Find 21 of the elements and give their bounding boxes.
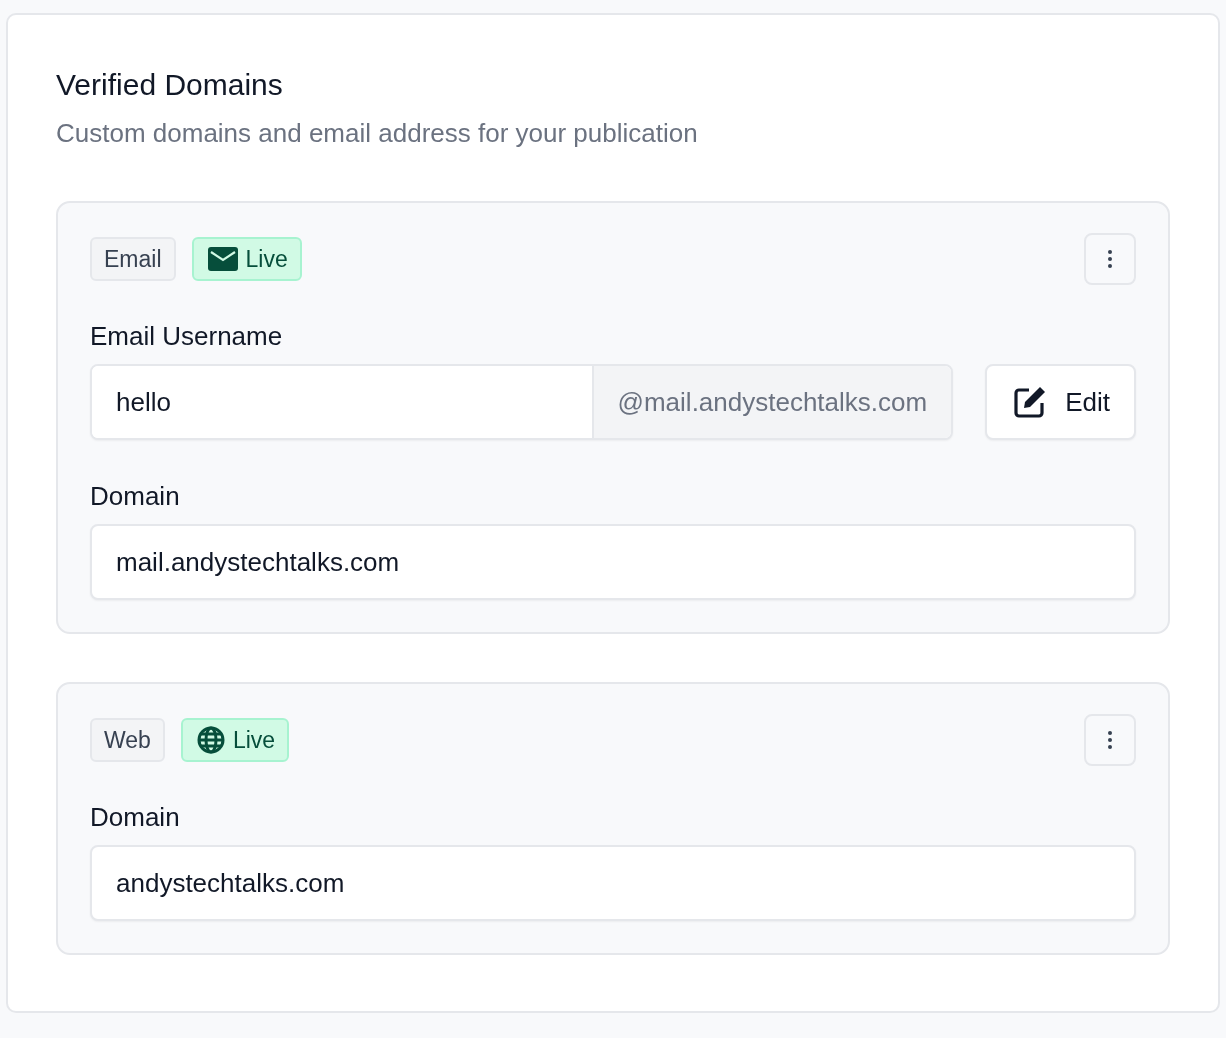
edit-button[interactable]: Edit: [985, 364, 1136, 440]
domain-input-field[interactable]: mail.andystechtalks.com: [90, 524, 1136, 600]
globe-icon: [196, 726, 225, 754]
envelope-icon: [207, 247, 238, 271]
more-menu-button[interactable]: [1084, 233, 1136, 285]
more-vertical-icon: [1108, 250, 1112, 268]
more-menu-button[interactable]: [1084, 714, 1136, 766]
type-tag: Web: [90, 718, 165, 762]
field-label: Domain: [90, 801, 181, 833]
domain-input-field[interactable]: andystechtalks.com: [90, 845, 1136, 921]
more-vertical-icon: [1108, 731, 1112, 749]
status-tag: Live: [191, 237, 302, 281]
domain-suffix: @mail.andystechtalks.com: [591, 366, 952, 438]
type-tag: Email: [90, 237, 176, 281]
status-tag: Live: [180, 718, 290, 762]
section-title: Verified Domains: [56, 67, 284, 103]
email-input-field[interactable]: hello @mail.andystechtalks.com: [90, 364, 954, 440]
field-label: Email Username: [90, 320, 284, 352]
field-label: Domain: [90, 480, 181, 512]
edit-icon: [1013, 385, 1048, 419]
section-subtitle: Custom domains and email address for your publication: [56, 117, 699, 149]
